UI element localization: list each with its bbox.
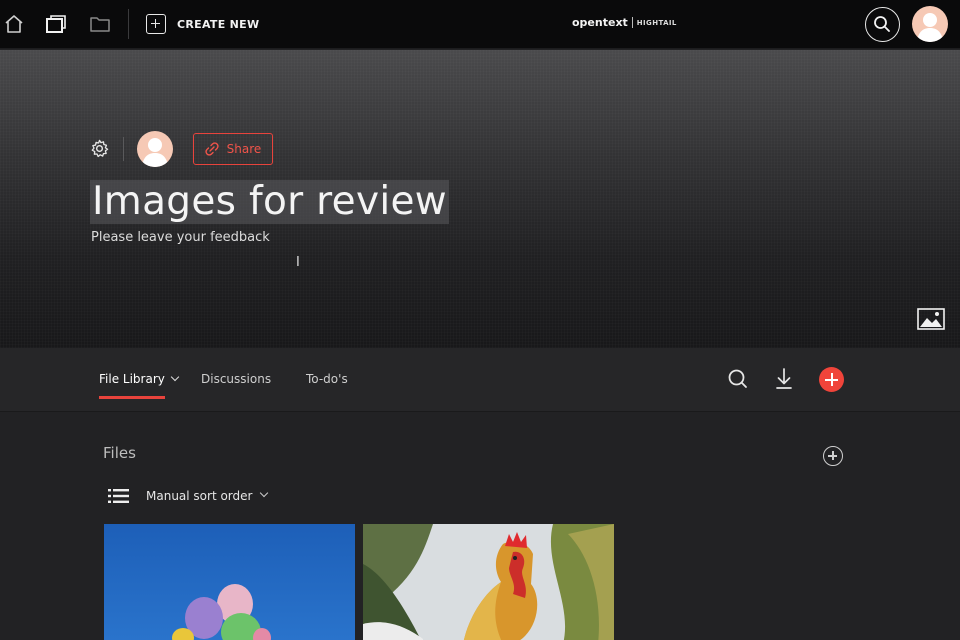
rooster-image — [363, 524, 614, 640]
list-view-icon[interactable] — [108, 489, 129, 503]
user-avatar[interactable] — [912, 6, 948, 42]
brand-separator — [631, 17, 633, 28]
add-file-icon[interactable] — [823, 446, 843, 466]
text-cursor-icon: I — [296, 255, 300, 270]
settings-gear-icon[interactable] — [90, 139, 109, 158]
create-new-label: CREATE NEW — [177, 17, 260, 31]
change-cover-image-icon[interactable] — [917, 308, 945, 330]
search-files-icon[interactable] — [725, 366, 751, 392]
owner-avatar[interactable] — [137, 131, 173, 167]
top-bar: CREATE NEW opentext HIGHTAIL — [0, 0, 960, 49]
hero-banner: Share Images for review I Please leave y… — [0, 50, 960, 348]
chevron-down-icon — [260, 488, 269, 498]
search-icon — [874, 16, 890, 32]
chevron-down-icon — [170, 372, 180, 382]
page-title[interactable]: Images for review — [90, 180, 449, 224]
sort-order-dropdown[interactable]: Manual sort order — [108, 487, 269, 505]
folder-icon[interactable] — [89, 13, 111, 35]
active-tab-indicator — [99, 396, 165, 399]
sort-order-label: Manual sort order — [146, 489, 253, 503]
windows-icon[interactable] — [45, 13, 67, 35]
hero-divider — [123, 137, 124, 161]
brand-sub: HIGHTAIL — [636, 18, 677, 27]
page-subtitle[interactable]: Please leave your feedback — [91, 230, 270, 245]
file-thumbnail-balloons[interactable] — [104, 524, 355, 640]
tab-bar: File Library Discussions To-do's — [0, 348, 960, 412]
share-button[interactable]: Share — [193, 133, 273, 165]
tab-todos[interactable]: To-do's — [306, 372, 348, 386]
file-thumbnail-rooster[interactable] — [363, 524, 614, 640]
balloons-image — [104, 524, 355, 640]
brand-logo: opentext HIGHTAIL — [572, 16, 677, 29]
brand-main: opentext — [572, 16, 628, 29]
plus-box-icon — [146, 14, 166, 34]
link-icon — [205, 142, 219, 156]
download-icon[interactable] — [771, 366, 797, 392]
share-label: Share — [226, 142, 262, 156]
topbar-divider — [128, 9, 129, 39]
tab-file-library[interactable]: File Library — [99, 372, 180, 386]
create-new-button[interactable]: CREATE NEW — [146, 13, 259, 35]
files-heading: Files — [103, 444, 136, 462]
home-icon[interactable] — [3, 13, 25, 35]
tab-file-library-label: File Library — [99, 372, 165, 386]
add-button[interactable] — [819, 367, 844, 392]
tab-discussions[interactable]: Discussions — [201, 372, 271, 386]
search-button[interactable] — [865, 7, 900, 42]
